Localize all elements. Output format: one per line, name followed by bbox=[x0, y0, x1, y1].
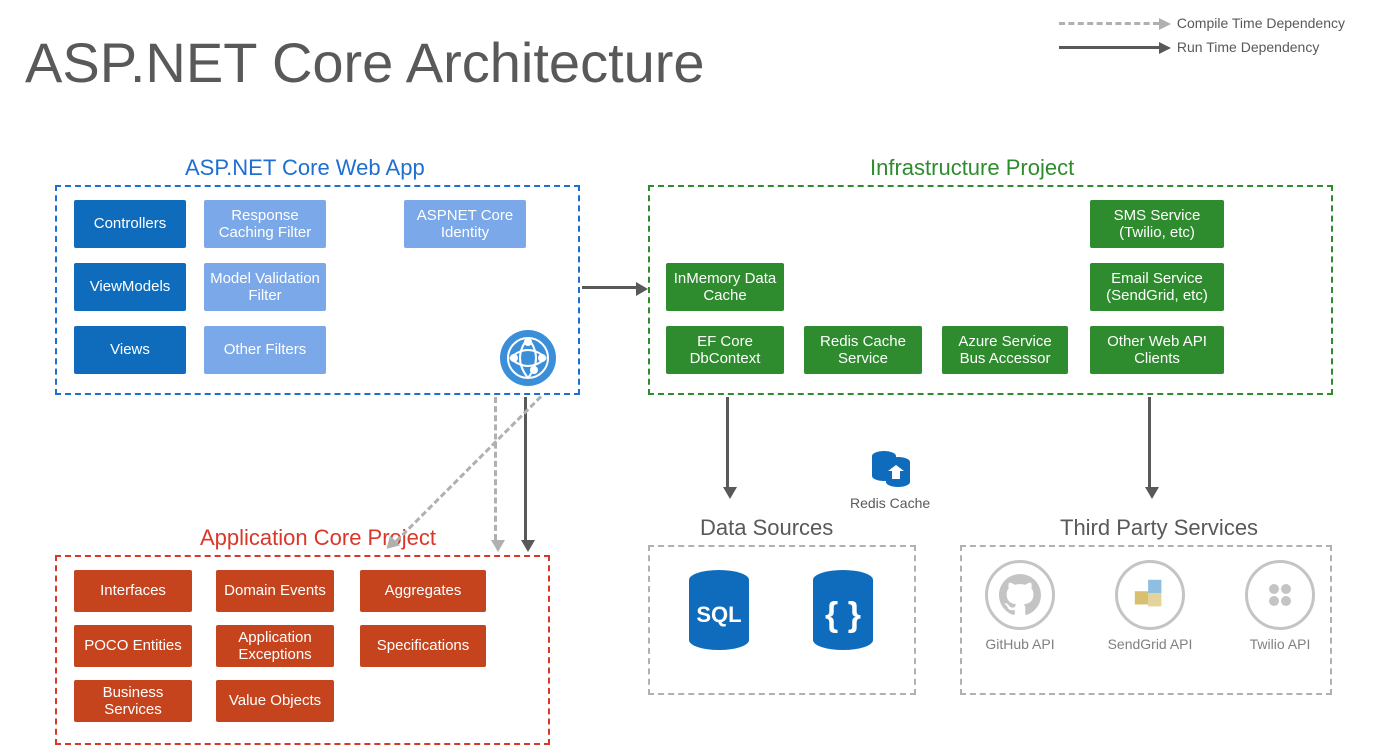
legend-runtime-label: Run Time Dependency bbox=[1177, 39, 1319, 55]
svg-text:SQL: SQL bbox=[696, 602, 741, 627]
chip-interfaces: Interfaces bbox=[74, 570, 192, 612]
third-party-icons: GitHub API SendGrid API Twilio API bbox=[975, 560, 1325, 652]
arrow-infra-to-third-party bbox=[1148, 397, 1151, 487]
chip-poco-entities: POCO Entities bbox=[74, 625, 192, 667]
legend: Compile Time Dependency Run Time Depende… bbox=[1059, 15, 1345, 63]
twilio-api-item: Twilio API bbox=[1235, 560, 1325, 652]
github-api-label: GitHub API bbox=[975, 636, 1065, 652]
chip-business-services: Business Services bbox=[74, 680, 192, 722]
chip-specifications: Specifications bbox=[360, 625, 486, 667]
dashed-arrow-icon bbox=[1059, 22, 1159, 25]
twilio-icon bbox=[1245, 560, 1315, 630]
legend-compile-row: Compile Time Dependency bbox=[1059, 15, 1345, 31]
heading-data-sources: Data Sources bbox=[700, 515, 833, 541]
chip-ef-core-dbcontext: EF Core DbContext bbox=[666, 326, 784, 374]
sql-database-icon: SQL bbox=[682, 568, 756, 661]
solid-arrow-icon bbox=[1059, 46, 1159, 49]
chip-azure-service-bus: Azure Service Bus Accessor bbox=[942, 326, 1068, 374]
chip-inmemory-cache: InMemory Data Cache bbox=[666, 263, 784, 311]
arrow-webapp-to-infra bbox=[582, 286, 636, 289]
legend-runtime-row: Run Time Dependency bbox=[1059, 39, 1345, 55]
chip-domain-events: Domain Events bbox=[216, 570, 334, 612]
arrow-webapp-to-core-runtime bbox=[524, 397, 527, 540]
svg-text:{ }: { } bbox=[825, 596, 861, 634]
redis-cache-label: Redis Cache bbox=[850, 495, 930, 511]
chip-response-caching-filter: Response Caching Filter bbox=[204, 200, 326, 248]
legend-compile-label: Compile Time Dependency bbox=[1177, 15, 1345, 31]
chip-views: Views bbox=[74, 326, 186, 374]
heading-third-party: Third Party Services bbox=[1060, 515, 1258, 541]
chip-application-exceptions: Application Exceptions bbox=[216, 625, 334, 667]
chip-controllers: Controllers bbox=[74, 200, 186, 248]
chip-model-validation-filter: Model Validation Filter bbox=[204, 263, 326, 311]
redis-cache-icon: Redis Cache bbox=[850, 446, 930, 511]
chip-email-service: Email Service (SendGrid, etc) bbox=[1090, 263, 1224, 311]
data-sources-icons: SQL { } bbox=[682, 568, 880, 661]
diagram-title: ASP.NET Core Architecture bbox=[25, 30, 705, 95]
sendgrid-api-item: SendGrid API bbox=[1105, 560, 1195, 652]
twilio-api-label: Twilio API bbox=[1235, 636, 1325, 652]
sendgrid-icon bbox=[1115, 560, 1185, 630]
arrow-infra-to-data-sources bbox=[726, 397, 729, 487]
chip-redis-cache-service: Redis Cache Service bbox=[804, 326, 922, 374]
chip-viewmodels: ViewModels bbox=[74, 263, 186, 311]
arrow-webapp-to-core-compile bbox=[494, 397, 497, 540]
chip-other-filters: Other Filters bbox=[204, 326, 326, 374]
arrow-infra-to-core-compile bbox=[395, 395, 542, 542]
github-icon bbox=[985, 560, 1055, 630]
chip-sms-service: SMS Service (Twilio, etc) bbox=[1090, 200, 1224, 248]
chip-other-web-api-clients: Other Web API Clients bbox=[1090, 326, 1224, 374]
chip-value-objects: Value Objects bbox=[216, 680, 334, 722]
chip-aggregates: Aggregates bbox=[360, 570, 486, 612]
heading-infra: Infrastructure Project bbox=[870, 155, 1074, 181]
cosmos-db-icon: { } bbox=[806, 568, 880, 661]
sendgrid-api-label: SendGrid API bbox=[1105, 636, 1195, 652]
heading-webapp: ASP.NET Core Web App bbox=[185, 155, 425, 181]
chip-aspnet-core-identity: ASPNET Core Identity bbox=[404, 200, 526, 248]
web-app-service-icon bbox=[500, 330, 556, 386]
github-api-item: GitHub API bbox=[975, 560, 1065, 652]
